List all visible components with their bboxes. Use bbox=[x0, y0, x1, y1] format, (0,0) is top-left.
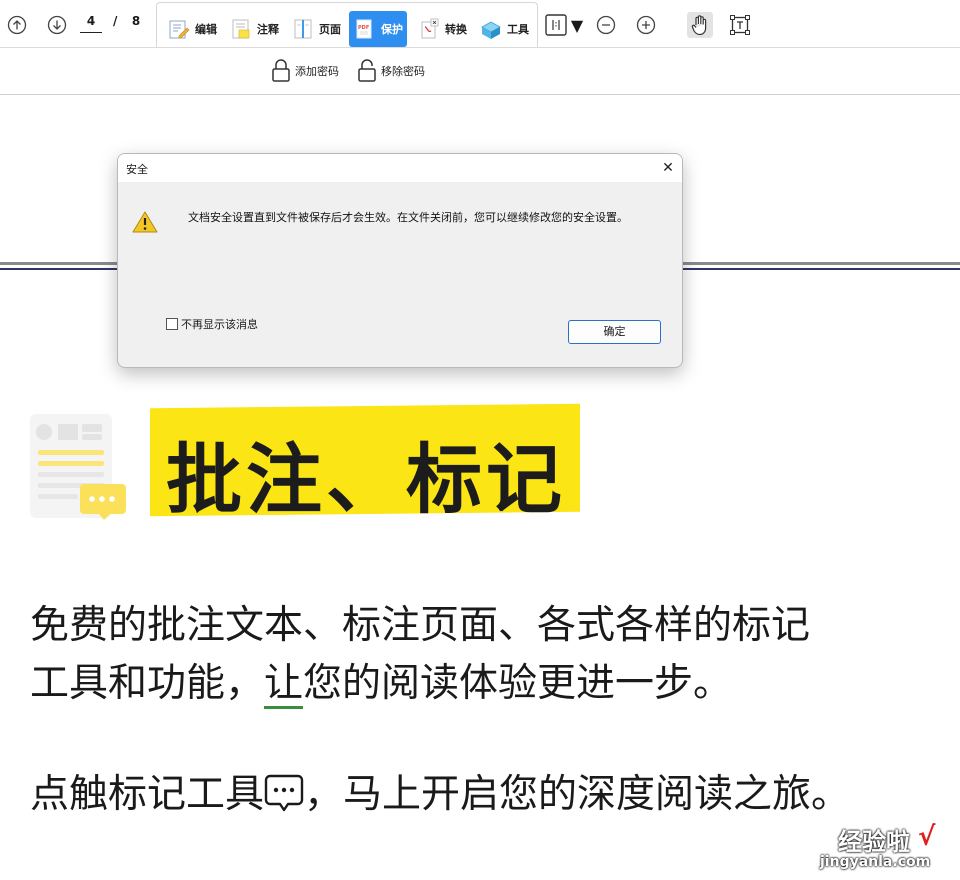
annotate-icon bbox=[232, 19, 250, 39]
tool-tools-label: 工具 bbox=[507, 23, 529, 36]
total-pages: 8 bbox=[131, 14, 141, 28]
watermark-text: 经验啦 bbox=[838, 828, 910, 856]
lock-icon bbox=[272, 59, 290, 82]
tool-tools[interactable]: 工具 bbox=[475, 11, 533, 47]
edit-icon bbox=[169, 20, 190, 39]
dialog-title: 安全 bbox=[126, 163, 148, 176]
svg-text:PDF: PDF bbox=[358, 25, 369, 31]
main-toolbar: 4 / 8 编辑 注释 页面 PDF 保护 转换 工具 ▼ bbox=[0, 0, 960, 48]
tool-group: 编辑 注释 页面 PDF 保护 转换 工具 bbox=[156, 2, 538, 48]
tool-convert-label: 转换 bbox=[445, 23, 467, 36]
page-separator: / bbox=[113, 14, 118, 28]
tool-edit[interactable]: 编辑 bbox=[163, 11, 221, 47]
ok-button[interactable]: 确定 bbox=[568, 320, 661, 344]
remove-password-button[interactable]: 移除密码 bbox=[356, 58, 425, 84]
convert-icon bbox=[421, 18, 439, 39]
protect-pdf-icon: PDF bbox=[356, 19, 372, 39]
cta-pre: 点触标记工具 bbox=[30, 772, 265, 817]
security-dialog: 安全 ✕ 文档安全设置直到文件被保存后才会生效。在文件关闭前，您可以继续修改您的… bbox=[117, 153, 683, 368]
dont-show-again-label: 不再显示该消息 bbox=[181, 318, 258, 331]
dont-show-again-checkbox[interactable]: 不再显示该消息 bbox=[166, 316, 258, 332]
dialog-message: 文档安全设置直到文件被保存后才会生效。在文件关闭前，您可以继续修改您的安全设置。 bbox=[188, 211, 628, 224]
watermark-check: √ bbox=[918, 822, 936, 852]
cta-post: ，马上开启您的深度阅读之旅。 bbox=[304, 772, 851, 817]
fit-page-icon[interactable] bbox=[543, 12, 569, 38]
page-icon bbox=[294, 19, 312, 39]
cta-paragraph: 点触标记工具 ，马上开启您的深度阅读之旅。 bbox=[30, 766, 960, 824]
checkbox-box[interactable] bbox=[166, 318, 178, 330]
section-heading-block: 批注、标记 bbox=[150, 403, 580, 524]
tool-page-label: 页面 bbox=[319, 23, 341, 36]
protect-ribbon: 添加密码 移除密码 bbox=[0, 48, 960, 95]
view-dropdown-icon[interactable]: ▼ bbox=[568, 12, 586, 38]
underlined-char: 让 bbox=[264, 661, 304, 709]
intro-paragraph: 免费的批注文本、标注页面、各式各样的标记 工具和功能，让您的阅读体验更进一步。 bbox=[30, 597, 930, 713]
markup-tool-icon bbox=[264, 774, 304, 812]
tool-page[interactable]: 页面 bbox=[287, 11, 345, 47]
watermark: 经验啦 √ jingyanla.com bbox=[818, 822, 948, 878]
page-down-icon[interactable] bbox=[46, 14, 68, 36]
watermark-url: jingyanla.com bbox=[820, 854, 931, 870]
page-up-icon[interactable] bbox=[6, 14, 28, 36]
intro-line-1: 免费的批注文本、标注页面、各式各样的标记 bbox=[30, 603, 811, 648]
close-icon[interactable]: ✕ bbox=[658, 158, 678, 178]
zoom-out-icon[interactable] bbox=[593, 12, 619, 38]
tool-edit-label: 编辑 bbox=[195, 23, 217, 36]
annotation-document-illustration bbox=[30, 414, 126, 520]
intro-line-2-pre: 工具和功能， bbox=[30, 661, 265, 706]
tool-protect[interactable]: PDF 保护 bbox=[349, 11, 407, 47]
warning-icon bbox=[132, 211, 158, 233]
tool-protect-label: 保护 bbox=[381, 23, 403, 36]
tool-convert[interactable]: 转换 bbox=[413, 11, 471, 47]
toolbox-icon bbox=[481, 21, 501, 39]
intro-line-2-post: 您的阅读体验更进一步。 bbox=[303, 661, 733, 706]
tool-annotate[interactable]: 注释 bbox=[225, 11, 283, 47]
remove-password-label: 移除密码 bbox=[381, 65, 425, 78]
dialog-titlebar: 安全 ✕ bbox=[118, 154, 682, 182]
tool-annotate-label: 注释 bbox=[257, 23, 279, 36]
unlock-icon bbox=[358, 59, 376, 82]
section-heading: 批注、标记 bbox=[166, 435, 566, 524]
hand-tool-icon[interactable] bbox=[687, 12, 713, 38]
zoom-in-icon[interactable] bbox=[633, 12, 659, 38]
intro-line-2: 工具和功能，让您的阅读体验更进一步。 bbox=[30, 655, 930, 713]
current-page-input[interactable]: 4 bbox=[80, 14, 102, 33]
text-select-icon[interactable] bbox=[727, 12, 753, 38]
add-password-button[interactable]: 添加密码 bbox=[270, 58, 339, 84]
add-password-label: 添加密码 bbox=[295, 65, 339, 78]
